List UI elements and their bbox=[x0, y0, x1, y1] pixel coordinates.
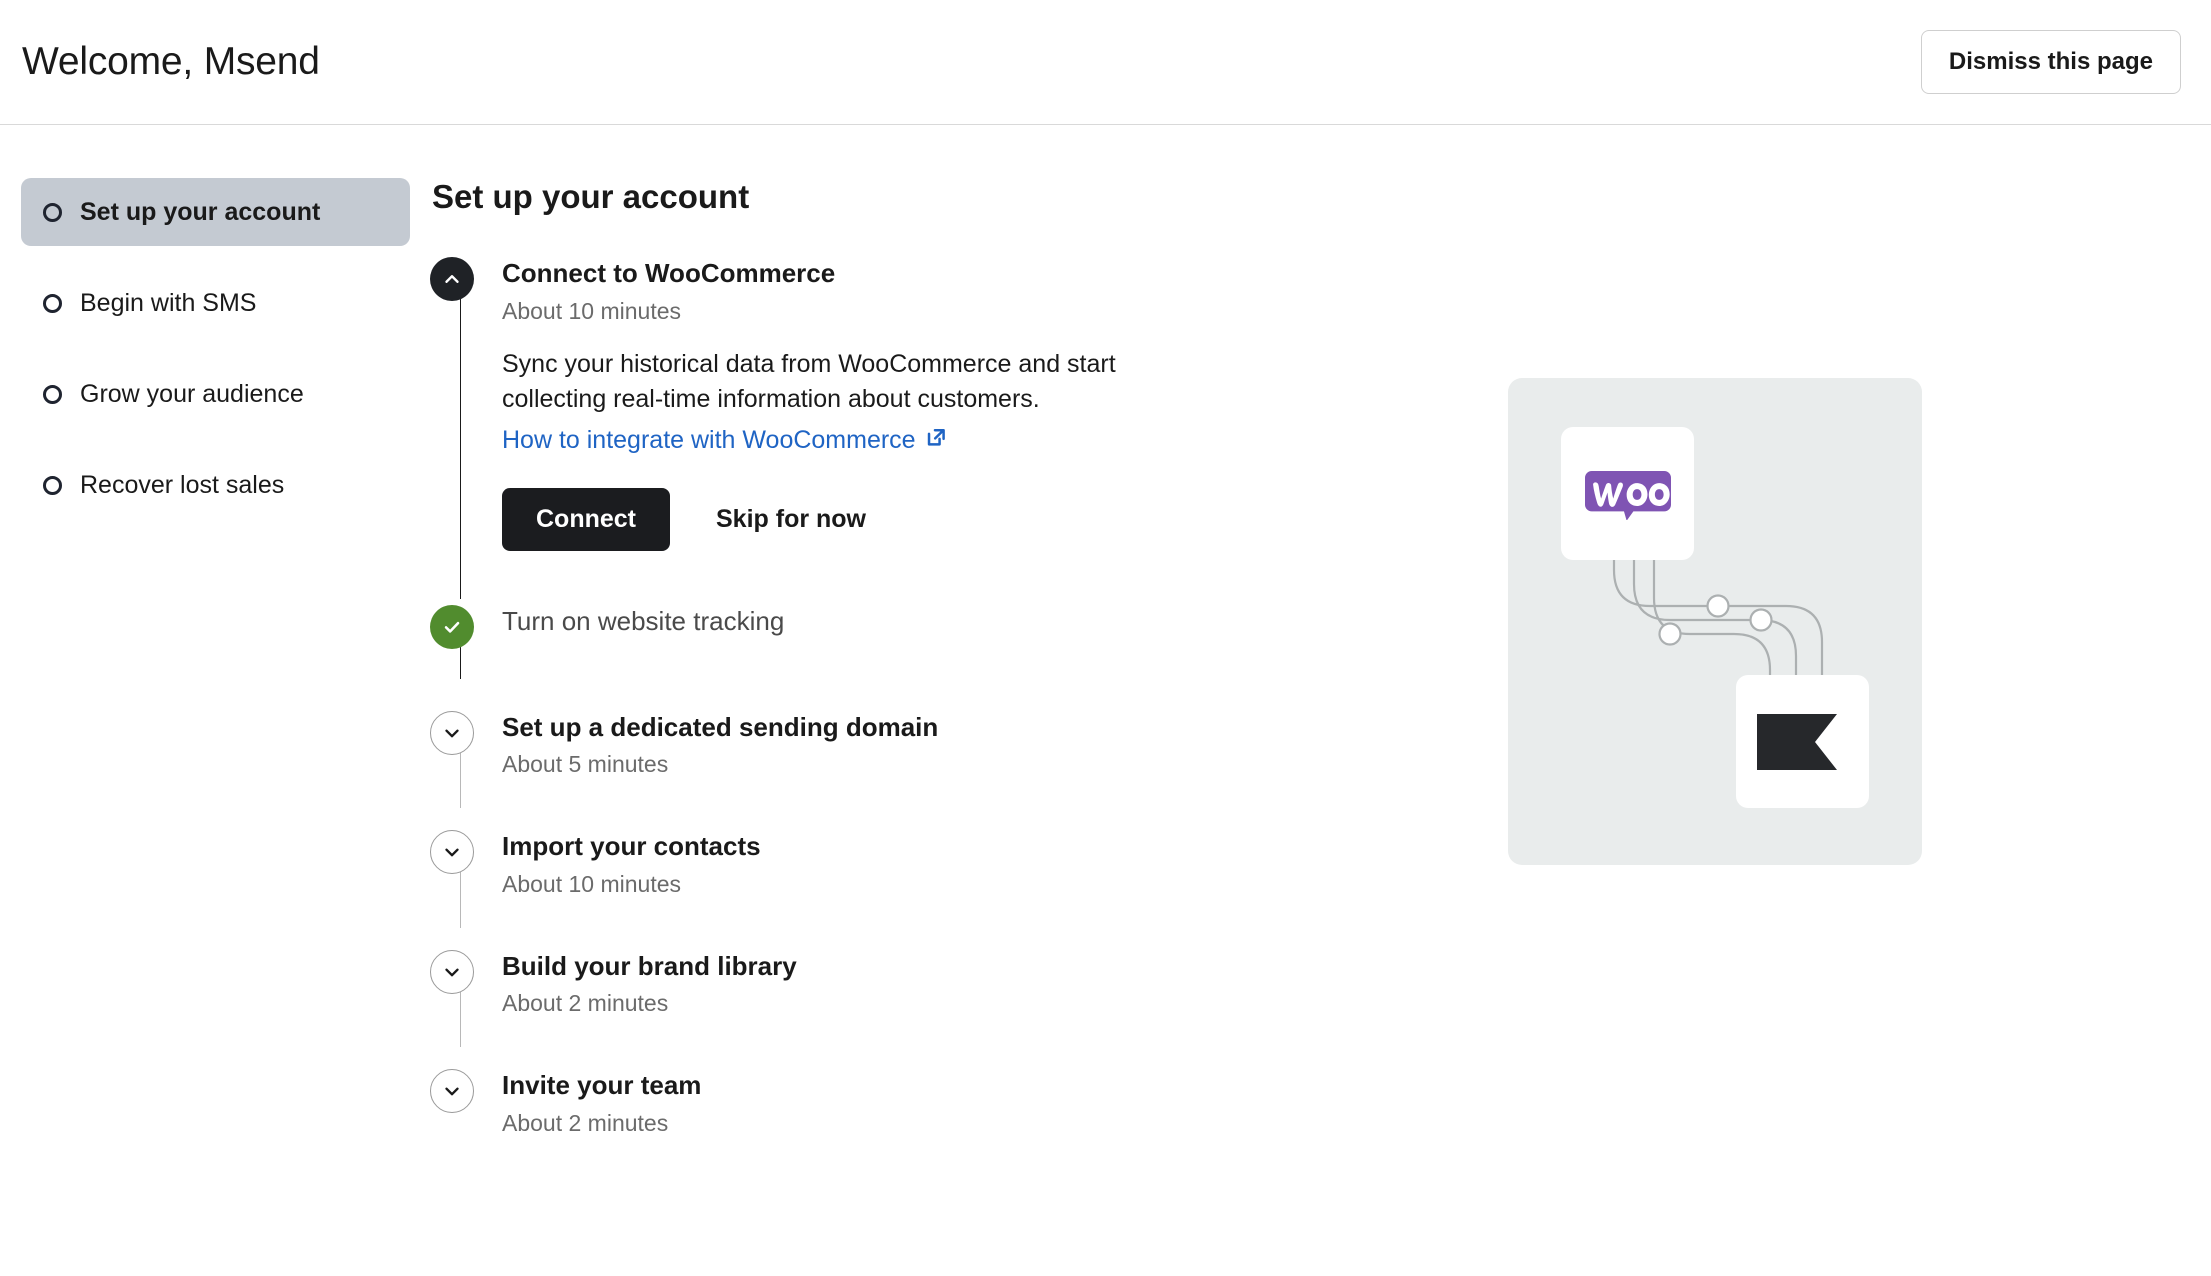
page-body: Set up your account Begin with SMS Grow … bbox=[0, 125, 2211, 1137]
step-invite-your-team: Invite your team About 2 minutes bbox=[430, 1069, 2211, 1137]
step-description: Sync your historical data from WooCommer… bbox=[502, 349, 1116, 414]
step-body: Turn on website tracking bbox=[502, 605, 784, 636]
skip-for-now-button[interactable]: Skip for now bbox=[716, 505, 866, 534]
integration-illustration bbox=[1508, 378, 1922, 865]
step-set-up-a-dedicated-sending-domain: Set up a dedicated sending domain About … bbox=[430, 710, 2211, 809]
sidebar-nav: Set up your account Begin with SMS Grow … bbox=[0, 178, 430, 542]
step-title[interactable]: Import your contacts bbox=[502, 832, 761, 861]
check-circle-icon[interactable] bbox=[430, 604, 474, 649]
step-actions: Connect Skip for now bbox=[502, 487, 1142, 551]
link-label: How to integrate with WooCommerce bbox=[502, 426, 916, 455]
step-import-your-contacts: Import your contacts About 10 minutes bbox=[430, 830, 2211, 928]
chevron-down-icon[interactable] bbox=[430, 949, 474, 994]
sidebar-item-recover-lost-sales[interactable]: Recover lost sales bbox=[21, 451, 410, 519]
step-body: Invite your team About 2 minutes bbox=[502, 1069, 701, 1137]
page-header: Welcome, Msend Dismiss this page bbox=[0, 0, 2211, 125]
step-title[interactable]: Turn on website tracking bbox=[502, 606, 784, 636]
dismiss-this-page-button[interactable]: Dismiss this page bbox=[1920, 30, 2181, 94]
how-to-integrate-link[interactable]: How to integrate with WooCommerce bbox=[502, 426, 948, 456]
step-turn-on-website-tracking: Turn on website tracking bbox=[430, 604, 2211, 679]
step-duration: About 2 minutes bbox=[502, 990, 669, 1017]
sidebar-item-label: Set up your account bbox=[80, 197, 321, 226]
chevron-down-icon[interactable] bbox=[430, 710, 474, 755]
circle-outline-icon bbox=[43, 293, 62, 313]
sidebar-item-set-up-your-account[interactable]: Set up your account bbox=[21, 178, 410, 246]
step-connector-rail bbox=[460, 287, 461, 599]
step-title[interactable]: Set up a dedicated sending domain bbox=[502, 712, 938, 742]
step-duration: About 10 minutes bbox=[502, 297, 682, 324]
sidebar-item-grow-your-audience[interactable]: Grow your audience bbox=[21, 360, 410, 428]
woocommerce-logo-card bbox=[1561, 427, 1694, 560]
section-title: Set up your account bbox=[432, 178, 750, 215]
klaviyo-flag-logo bbox=[1756, 713, 1837, 770]
illustration-panel bbox=[1508, 378, 1922, 865]
step-body: Import your contacts About 10 minutes bbox=[502, 830, 761, 898]
step-body: Set up a dedicated sending domain About … bbox=[502, 711, 938, 779]
sidebar-item-label: Begin with SMS bbox=[80, 288, 257, 317]
circle-outline-icon bbox=[43, 202, 62, 222]
step-body: Connect to WooCommerce About 10 minutes … bbox=[502, 257, 1142, 569]
setup-steps-list: Connect to WooCommerce About 10 minutes … bbox=[430, 257, 2211, 1137]
circle-outline-icon bbox=[43, 384, 62, 404]
step-duration: About 10 minutes bbox=[502, 870, 682, 897]
klaviyo-logo-card bbox=[1736, 675, 1869, 808]
chevron-down-icon[interactable] bbox=[430, 830, 474, 875]
sidebar-item-label: Recover lost sales bbox=[80, 470, 285, 499]
sidebar-item-label: Grow your audience bbox=[80, 379, 304, 408]
step-duration: About 5 minutes bbox=[502, 751, 669, 778]
step-title[interactable]: Invite your team bbox=[502, 1071, 701, 1100]
circle-outline-icon bbox=[43, 475, 62, 495]
woocommerce-logo bbox=[1584, 470, 1671, 521]
chevron-down-icon[interactable] bbox=[430, 1069, 474, 1114]
step-title[interactable]: Build your brand library bbox=[502, 952, 797, 981]
step-build-your-brand-library: Build your brand library About 2 minutes bbox=[430, 949, 2211, 1048]
main-content: Set up your account Connect to WooCommer… bbox=[430, 178, 2211, 1137]
external-link-icon bbox=[925, 426, 948, 456]
page-title: Welcome, Msend bbox=[22, 40, 320, 83]
connect-button[interactable]: Connect bbox=[502, 487, 670, 551]
step-body: Build your brand library About 2 minutes bbox=[502, 950, 797, 1018]
chevron-up-icon[interactable] bbox=[430, 257, 474, 301]
step-connect-to-woocommerce: Connect to WooCommerce About 10 minutes … bbox=[430, 257, 2211, 599]
sidebar-item-begin-with-sms[interactable]: Begin with SMS bbox=[21, 269, 410, 337]
step-title[interactable]: Connect to WooCommerce bbox=[502, 259, 1142, 288]
step-duration: About 2 minutes bbox=[502, 1109, 669, 1136]
